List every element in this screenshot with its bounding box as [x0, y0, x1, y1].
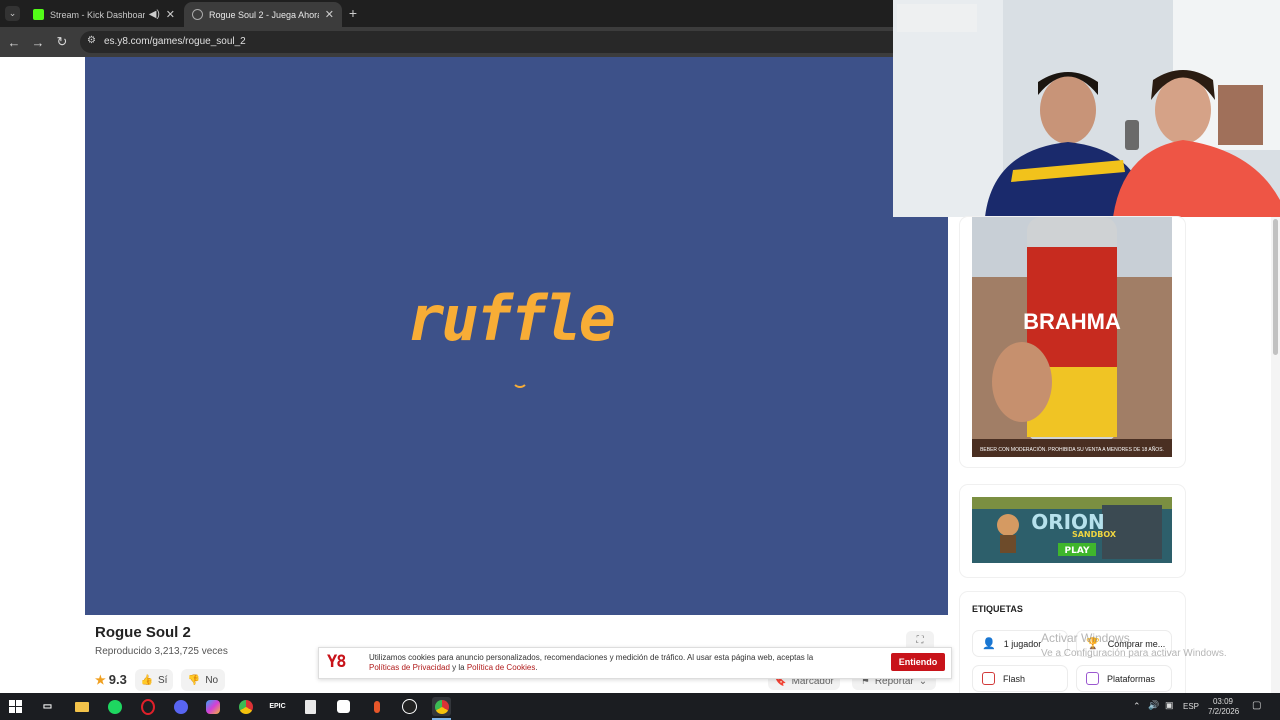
site-settings-icon[interactable]: ⚙ [87, 35, 96, 46]
orion-sandbox-ad[interactable]: ORION SANDBOX PLAY [972, 497, 1172, 563]
cookie-banner: Y8 Utilizamos cookies para anuncio perso… [318, 647, 952, 679]
calculator-icon[interactable] [301, 697, 320, 716]
obs-icon[interactable] [400, 697, 419, 716]
ad-brand-text: BRAHMA [1023, 309, 1121, 334]
game-rating: ★ 9.3 [95, 672, 127, 687]
new-tab-button[interactable]: + [346, 5, 360, 21]
tag-plataformas[interactable]: Plataformas [1076, 665, 1172, 692]
cookie-text: Utilizamos cookies para anuncio personal… [369, 653, 814, 662]
like-button[interactable]: 👍 Sí [135, 669, 173, 691]
like-label: Sí [158, 674, 168, 686]
accept-cookies-button[interactable]: Entiendo [891, 653, 945, 671]
ruffle-logo: ruffle [407, 282, 616, 355]
page-scrollbar[interactable] [1271, 217, 1280, 693]
notifications-icon[interactable]: ▢ [1252, 700, 1261, 711]
platform-icon [1086, 672, 1099, 685]
privacy-policy-link[interactable]: Políticas de Privacidad [369, 663, 450, 672]
scrollbar-thumb[interactable] [1273, 219, 1278, 355]
webcam-image [893, 0, 1280, 217]
tab-rogue-soul[interactable]: Rogue Soul 2 - Juega Ahora en ✕ [184, 2, 342, 27]
thumbs-down-icon: 👎 [187, 674, 201, 686]
task-view-icon[interactable]: ▭ [38, 697, 57, 716]
back-button[interactable]: ← [5, 33, 23, 51]
url-text: es.y8.com/games/rogue_soul_2 [104, 36, 246, 47]
dislike-button[interactable]: 👎 No [181, 669, 225, 691]
loading-spinner-icon [512, 372, 528, 388]
webcam-overlay [893, 0, 1280, 217]
windows-start-icon[interactable] [6, 697, 25, 716]
forward-button[interactable]: → [29, 33, 47, 51]
orion-play: PLAY [1065, 546, 1090, 556]
tray-chevron-icon[interactable]: ⌃ [1133, 701, 1141, 712]
orion-subtitle: SANDBOX [1072, 530, 1117, 539]
tag-label: 1 jugador [1003, 638, 1042, 649]
tag-label: Flash [1003, 673, 1026, 684]
activate-windows-subtitle: Ve a Configuración para activar Windows. [1041, 648, 1227, 659]
clock-date: 7/2/2026 [1208, 707, 1240, 716]
tag-flash[interactable]: Flash [972, 665, 1068, 692]
copilot-icon[interactable] [203, 697, 222, 716]
microphone-icon[interactable] [367, 697, 386, 716]
tab-kick-dashboard[interactable]: Stream - Kick Dashboard ◀) ✕ [25, 2, 183, 27]
globe-icon [192, 9, 203, 20]
discord-icon[interactable] [171, 697, 190, 716]
file-explorer-icon[interactable] [72, 697, 91, 716]
thumbs-up-icon: 👍 [140, 674, 153, 686]
address-bar[interactable]: ⚙ es.y8.com/games/rogue_soul_2 [80, 31, 893, 53]
activate-windows-title: Activar Windows [1041, 631, 1130, 645]
reload-button[interactable]: ↻ [53, 33, 71, 51]
flash-icon [982, 672, 995, 685]
audio-playing-icon[interactable]: ◀) [149, 9, 160, 20]
chrome-icon[interactable] [236, 697, 255, 716]
opera-icon[interactable] [138, 697, 157, 716]
game-title: Rogue Soul 2 [95, 624, 191, 641]
input-language[interactable]: ESP [1183, 702, 1199, 711]
kick-icon [33, 9, 44, 20]
brahma-ad[interactable]: BRAHMA BEBER CON MODERACIÓN. PROHIBIDA S… [972, 217, 1172, 457]
tab-title: Rogue Soul 2 - Juega Ahora en [209, 9, 319, 20]
rating-value: 9.3 [108, 672, 127, 687]
game-canvas[interactable]: ruffle [85, 57, 948, 615]
chrome-active-icon[interactable] [432, 697, 451, 716]
play-count: Reproducido 3,213,725 veces [95, 646, 228, 657]
clock-time: 03:09 [1212, 697, 1234, 706]
tab-search-button[interactable]: ⌄ [5, 6, 20, 21]
y8-logo: Y8 [327, 652, 346, 672]
tag-label: Plataformas [1107, 673, 1156, 684]
tab-title: Stream - Kick Dashboard [50, 9, 145, 20]
cookie-message: Utilizamos cookies para anuncio personal… [369, 653, 864, 673]
epic-games-icon[interactable]: EPIC [268, 697, 287, 716]
cookie-connector: y la [449, 663, 467, 672]
clock[interactable]: 03:09 7/2/2026 [1208, 697, 1240, 717]
network-icon[interactable]: ▣ [1165, 700, 1174, 711]
orion-ad-image: ORION SANDBOX PLAY [972, 497, 1172, 563]
close-icon[interactable]: ✕ [166, 8, 175, 21]
capcut-icon[interactable] [334, 697, 353, 716]
windows-taskbar: ▭ EPIC ⌃ 🔊 ▣ ESP 03:09 7/2/2026 ▢ [0, 693, 1280, 720]
close-icon[interactable]: ✕ [325, 8, 334, 21]
cookie-end: . [535, 663, 538, 672]
spotify-icon[interactable] [105, 697, 124, 716]
cookie-policy-link[interactable]: Política de Cookies [467, 663, 535, 672]
ad-disclaimer: BEBER CON MODERACIÓN. PROHIBIDA SU VENTA… [980, 446, 1164, 453]
person-icon: 👤 [982, 638, 996, 650]
browser-toolbar: ← → ↻ ⚙ es.y8.com/games/rogue_soul_2 [0, 27, 893, 57]
brahma-ad-image: BRAHMA BEBER CON MODERACIÓN. PROHIBIDA S… [972, 217, 1172, 457]
star-icon: ★ [95, 672, 106, 687]
volume-icon[interactable]: 🔊 [1148, 700, 1159, 711]
dislike-label: No [205, 674, 219, 686]
tags-title: ETIQUETAS [972, 604, 1023, 614]
